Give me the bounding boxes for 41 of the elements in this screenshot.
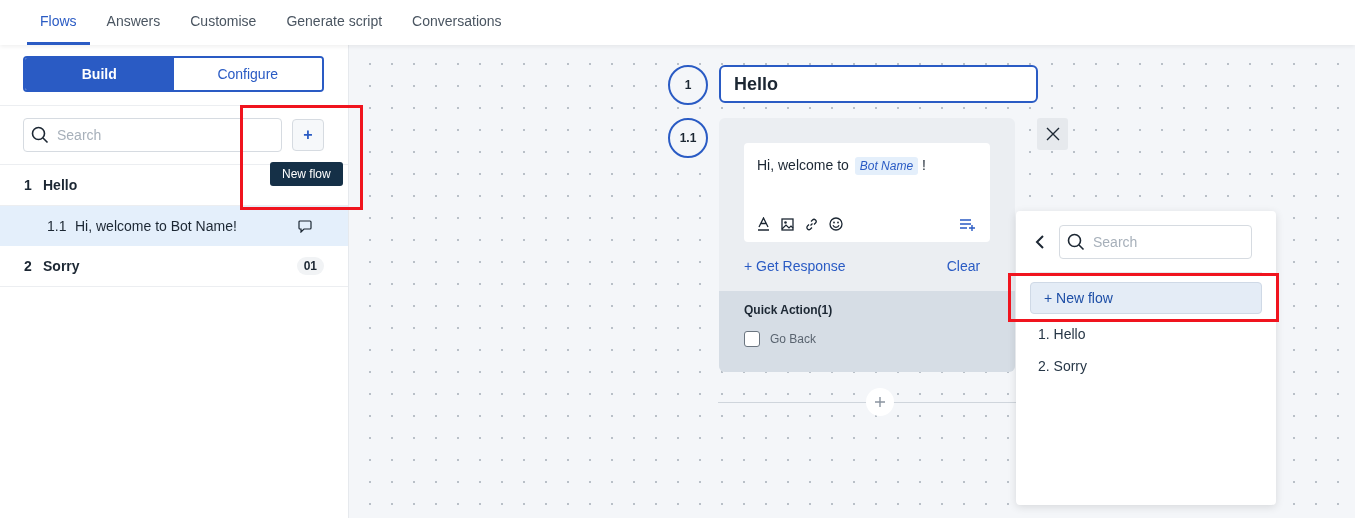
emoji-icon[interactable] [829,217,843,231]
close-button[interactable] [1037,118,1068,150]
add-flow-button[interactable]: + [292,119,324,151]
checkbox-label: Go Back [770,332,817,346]
close-icon [1045,127,1060,141]
tooltip: New flow [270,162,343,186]
nav-tab[interactable]: Customise [177,0,270,45]
nav-tab[interactable]: Answers [93,0,174,45]
message-text: Hi, welcome to Bot Name ! [757,157,927,173]
flow-number: 1 [24,177,33,193]
nav-tab[interactable]: Generate script [273,0,396,45]
step-text: Hi, welcome to Bot Name! [75,218,238,234]
count-badge: 01 [296,257,324,275]
flow-option[interactable]: 1. Hello [1030,318,1262,350]
clear-link[interactable]: Clear [946,258,981,275]
mode-toggle[interactable]: Build [25,58,174,90]
new-flow-button[interactable]: + New flow [1030,282,1262,314]
link-icon[interactable] [805,217,818,231]
flow-name: Sorry [43,258,81,274]
flow-title-field[interactable]: Hello [719,65,1038,103]
flow-option[interactable]: 2. Sorry [1030,350,1262,382]
checkbox[interactable] [744,331,760,347]
add-list-icon[interactable] [959,217,978,231]
flow-number: 1 [668,65,708,105]
nav-tab[interactable]: Conversations [399,0,515,45]
step-item[interactable]: 1.1 Hi, welcome to Bot Name! [0,206,348,246]
section-title: Quick Action(1) [744,303,834,317]
image-icon[interactable] [781,217,794,231]
back-icon[interactable] [1035,235,1045,249]
flow-item[interactable]: 2 Sorry 01 [0,246,348,287]
text-format-icon[interactable] [757,217,770,231]
get-response-link[interactable]: + Get Response [744,258,846,275]
flow-name: Hello [43,177,79,193]
chat-icon [298,219,312,233]
step-number: 1.1 [47,218,68,234]
plus-icon [874,396,886,408]
search-field[interactable]: Search [23,118,282,152]
search-field[interactable]: Search [1059,225,1252,259]
step-number: 1.1 [668,118,708,158]
flow-number: 2 [24,258,33,274]
message-editor[interactable]: Hi, welcome to Bot Name ! [744,143,991,242]
